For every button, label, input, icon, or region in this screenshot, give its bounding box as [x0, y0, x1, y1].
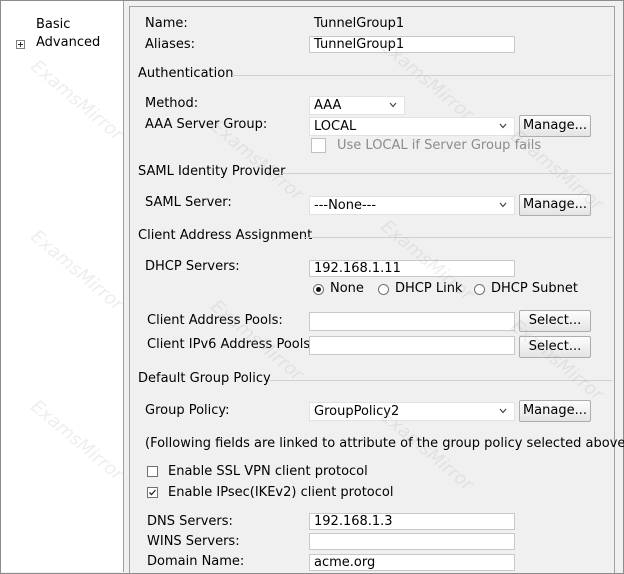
- use-local-label: Use LOCAL if Server Group fails: [337, 138, 542, 153]
- authentication-section-title: Authentication: [138, 66, 234, 81]
- nav-item-advanced[interactable]: Advanced: [36, 35, 100, 50]
- group-policy-section-title: Default Group Policy: [138, 371, 271, 386]
- group-policy-value: GroupPolicy2: [314, 404, 400, 419]
- server-group-value: LOCAL: [314, 119, 357, 134]
- section-divider: [270, 380, 612, 381]
- client-ipv6-pools-label: Client IPv6 Address Pools:: [147, 337, 315, 352]
- client-ipv6-pools-input[interactable]: [309, 336, 515, 355]
- select-pools-button[interactable]: Select...: [519, 310, 591, 332]
- domain-name-input[interactable]: acme.org: [309, 554, 515, 571]
- saml-server-value: ---None---: [314, 198, 377, 213]
- method-label: Method:: [145, 96, 199, 111]
- radio-dhcp-subnet[interactable]: [474, 284, 485, 295]
- ssl-vpn-label: Enable SSL VPN client protocol: [168, 464, 368, 479]
- domain-name-label: Domain Name:: [147, 554, 245, 569]
- wins-servers-label: WINS Servers:: [147, 534, 240, 549]
- radio-none[interactable]: [313, 284, 324, 295]
- manage-group-policy-button[interactable]: Manage...: [519, 400, 591, 422]
- ssl-vpn-checkbox[interactable]: [147, 466, 158, 477]
- chevron-down-icon: [499, 202, 507, 208]
- name-label: Name:: [145, 16, 188, 31]
- client-address-pools-label: Client Address Pools:: [147, 313, 283, 328]
- client-address-section-title: Client Address Assignment: [138, 228, 313, 243]
- use-local-checkbox[interactable]: [311, 138, 326, 153]
- select-ipv6-pools-button[interactable]: Select...: [519, 336, 591, 358]
- ipsec-checkbox[interactable]: [147, 487, 158, 498]
- saml-server-label: SAML Server:: [145, 195, 232, 210]
- nav-tree: Basic Advanced: [1, 1, 124, 572]
- expand-plus-icon[interactable]: [16, 40, 25, 49]
- checkmark-icon: [149, 489, 156, 496]
- wins-servers-input[interactable]: [309, 533, 515, 550]
- nav-item-basic[interactable]: Basic: [36, 17, 70, 32]
- name-value: TunnelGroup1: [314, 16, 405, 31]
- section-divider: [282, 173, 612, 174]
- server-group-select[interactable]: LOCAL: [309, 117, 515, 136]
- dns-servers-input[interactable]: 192.168.1.3: [309, 513, 515, 530]
- chevron-down-icon: [499, 123, 507, 129]
- manage-server-group-button[interactable]: Manage...: [519, 115, 591, 137]
- server-group-label: AAA Server Group:: [145, 117, 268, 132]
- client-address-pools-input[interactable]: [309, 312, 515, 331]
- section-divider: [305, 237, 612, 238]
- group-policy-note: (Following fields are linked to attribut…: [145, 436, 624, 451]
- section-divider: [232, 75, 612, 76]
- saml-server-select[interactable]: ---None---: [309, 196, 515, 215]
- chevron-down-icon: [389, 102, 397, 108]
- aliases-input[interactable]: TunnelGroup1: [309, 36, 515, 53]
- manage-saml-button[interactable]: Manage...: [519, 194, 591, 216]
- radio-none-label: None: [330, 281, 364, 296]
- dhcp-servers-label: DHCP Servers:: [145, 259, 240, 274]
- method-value: AAA: [314, 98, 342, 113]
- radio-dhcp-link-label: DHCP Link: [395, 281, 463, 296]
- saml-section-title: SAML Identity Provider: [138, 164, 286, 179]
- group-policy-label: Group Policy:: [145, 403, 230, 418]
- method-select[interactable]: AAA: [309, 96, 405, 115]
- radio-dhcp-link[interactable]: [378, 284, 389, 295]
- dhcp-servers-input[interactable]: 192.168.1.11: [309, 260, 515, 277]
- dns-servers-label: DNS Servers:: [147, 514, 233, 529]
- ipsec-label: Enable IPsec(IKEv2) client protocol: [168, 485, 394, 500]
- chevron-down-icon: [499, 408, 507, 414]
- radio-dhcp-subnet-label: DHCP Subnet: [491, 281, 578, 296]
- aliases-label: Aliases:: [145, 37, 196, 52]
- group-policy-select[interactable]: GroupPolicy2: [309, 402, 515, 421]
